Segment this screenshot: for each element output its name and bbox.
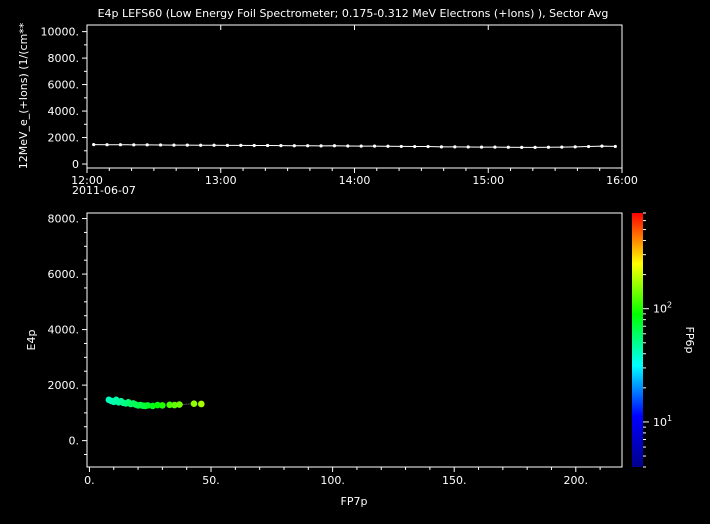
top-data-point xyxy=(252,143,256,148)
chart-title: E4p LEFS60 (Low Energy Foil Spectrometer… xyxy=(98,7,609,20)
top-data-point xyxy=(199,143,203,147)
top-data-point xyxy=(613,144,617,149)
top-y-tick-label: 10000. xyxy=(41,26,80,39)
bottom-y-tick-label: 2000. xyxy=(48,379,80,392)
bottom-x-tick-label: 100. xyxy=(320,474,345,487)
top-series-line xyxy=(93,144,616,148)
bottom-y-tick-label: 6000. xyxy=(48,268,80,281)
bottom-y-tick-label: 0. xyxy=(69,435,80,448)
bottom-y-axis-ticks: 0. 2000. 4000. 6000. 8000. xyxy=(48,213,87,456)
scatter-point xyxy=(176,401,183,408)
top-data-point xyxy=(413,144,417,149)
top-data-point xyxy=(132,143,136,147)
top-data-point xyxy=(560,145,564,149)
top-y-tick-label: 8000. xyxy=(48,52,80,65)
bottom-x-tick-label: 150. xyxy=(442,474,467,487)
scatter-point xyxy=(197,400,205,408)
top-data-point xyxy=(493,145,497,149)
top-data-point xyxy=(600,144,604,148)
top-data-point xyxy=(145,143,149,147)
colorbar-ticks: 101 102 xyxy=(643,212,672,468)
top-x-tick-label: 14:00 xyxy=(339,174,371,187)
top-x-axis-ticks: 12:00 13:00 14:00 15:00 16:00 xyxy=(71,25,638,187)
top-data-point xyxy=(346,144,350,148)
top-data-point xyxy=(279,144,283,148)
top-data-point xyxy=(546,145,551,149)
top-x-tick-label: 15:00 xyxy=(472,174,504,187)
top-data-point xyxy=(292,144,296,148)
top-data-point xyxy=(399,144,403,149)
top-data-point xyxy=(239,143,243,147)
bottom-panel: 0. 2000. 4000. 6000. 8000. 0. 50. 100. 150. 200.… xyxy=(25,212,623,508)
bottom-y-tick-label: 8000. xyxy=(48,213,80,226)
top-y-tick-label: 2000. xyxy=(48,132,80,145)
top-data-point xyxy=(573,145,577,149)
top-data-point xyxy=(586,144,591,149)
top-data-point xyxy=(118,143,123,147)
top-data-point xyxy=(158,143,163,147)
top-data-point xyxy=(105,143,109,147)
bottom-x-tick-label: 0. xyxy=(84,474,95,487)
scatter-point xyxy=(190,400,198,408)
top-data-point xyxy=(306,144,310,148)
top-data-point xyxy=(92,142,96,147)
colorbar-tick-label: 102 xyxy=(653,301,672,316)
top-data-point xyxy=(225,143,230,147)
top-data-point xyxy=(332,144,337,148)
top-data-point xyxy=(533,145,537,149)
top-data-point xyxy=(439,145,444,149)
colorbar: 101 102 FP6p xyxy=(632,212,696,468)
bottom-x-axis-ticks: 0. 50. 100. 150. 200. xyxy=(84,467,601,487)
colorbar-tick-label: 101 xyxy=(653,414,672,429)
top-data-point xyxy=(172,143,176,147)
plot-area: E4p LEFS60 (Low Energy Foil Spectrometer… xyxy=(0,0,710,524)
bottom-y-tick-label: 4000. xyxy=(48,324,80,337)
top-data-point xyxy=(386,144,390,148)
scatter-series xyxy=(105,396,205,410)
date-label: 2011-06-07 xyxy=(72,184,136,197)
top-y-tick-label: 4000. xyxy=(48,105,80,118)
top-data-point xyxy=(520,145,524,149)
bottom-x-tick-label: 50. xyxy=(202,474,220,487)
top-data-point xyxy=(453,145,457,149)
bottom-plot-frame xyxy=(86,212,623,468)
top-y-tick-label: 0 xyxy=(72,158,79,171)
top-data-point xyxy=(319,144,323,148)
top-x-tick-label: 13:00 xyxy=(205,174,237,187)
top-data-point xyxy=(479,145,484,149)
top-series xyxy=(92,142,617,149)
top-data-point xyxy=(265,143,270,148)
top-y-axis-ticks: 0 2000. 4000. 6000. 8000. 10000. xyxy=(41,26,87,171)
bottom-y-axis-label: E4p xyxy=(25,330,38,351)
colorbar-gradient xyxy=(632,213,643,467)
top-panel: 02000.4000.6000.8000.10000. 12:00 13:00 14… xyxy=(17,22,638,197)
bottom-x-axis-label: FP7p xyxy=(341,495,368,508)
top-y-tick-label: 6000. xyxy=(48,79,80,92)
top-data-point xyxy=(466,145,470,149)
bottom-x-tick-label: 200. xyxy=(564,474,589,487)
top-y-axis-label: 12MeV_e_(+Ions) (1/(cm** xyxy=(17,22,30,169)
top-data-point xyxy=(426,144,430,149)
top-data-point xyxy=(372,144,377,148)
top-data-point xyxy=(359,144,363,148)
top-data-point xyxy=(506,145,510,149)
colorbar-label: FP6p xyxy=(683,327,696,354)
top-data-point xyxy=(212,143,216,147)
top-data-point xyxy=(185,143,189,147)
scatter-point xyxy=(159,402,166,409)
chart-canvas: E4p LEFS60 (Low Energy Foil Spectrometer… xyxy=(17,7,696,508)
top-x-tick-label: 16:00 xyxy=(606,174,638,187)
